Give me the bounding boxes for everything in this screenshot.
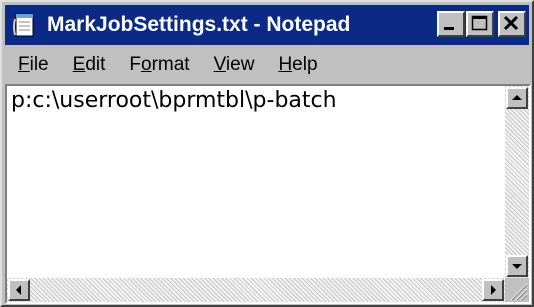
menu-file[interactable]: File [7,52,60,78]
text-editor[interactable]: p:c:\userroot\bprmtbl\p-batch [5,84,531,304]
horizontal-scrollbar[interactable] [7,278,505,302]
arrow-right-icon [491,285,496,295]
menu-format[interactable]: Format [118,52,200,78]
vertical-scrollbar[interactable] [505,86,529,278]
menu-help[interactable]: Help [267,52,328,78]
editor-content[interactable]: p:c:\userroot\bprmtbl\p-batch [11,88,337,113]
menu-view[interactable]: View [203,52,266,78]
arrow-left-icon [16,285,21,295]
resize-grip-icon [510,283,528,301]
minimize-button[interactable] [437,11,465,37]
scroll-left-button[interactable] [8,279,30,301]
notepad-icon[interactable] [11,11,39,39]
arrow-up-icon [512,95,522,100]
scroll-down-button[interactable] [506,255,528,277]
maximize-icon [471,15,488,31]
window-title: MarkJobSettings.txt - Notepad [47,13,351,36]
close-icon [503,15,519,31]
title-bar[interactable]: MarkJobSettings.txt - Notepad [5,5,529,45]
menu-edit[interactable]: Edit [62,52,117,78]
notepad-window: MarkJobSettings.txt - Notepad File Edit … [0,0,534,307]
resize-grip[interactable] [505,278,529,302]
scroll-right-button[interactable] [482,279,504,301]
scroll-up-button[interactable] [506,87,528,109]
maximize-button[interactable] [466,11,494,37]
minimize-icon [444,27,454,30]
menu-bar: File Edit Format View Help [5,48,529,82]
arrow-down-icon [512,264,522,269]
close-button[interactable] [498,11,526,37]
